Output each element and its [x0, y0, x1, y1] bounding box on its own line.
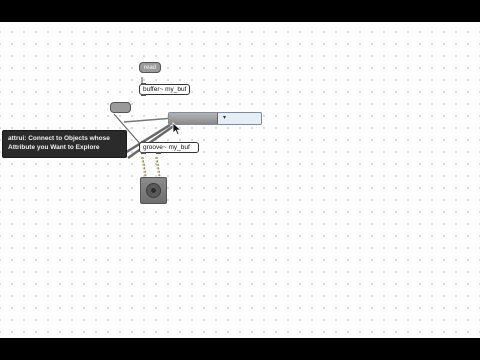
groove-object-text: groove~ my_buf: [143, 144, 190, 151]
speaker-cone: [151, 188, 156, 193]
mouse-pointer-icon: [172, 122, 182, 136]
patch-cords: [113, 77, 176, 183]
buffer-outlet[interactable]: [141, 94, 146, 96]
speaker-icon[interactable]: [146, 183, 161, 198]
buffer-object-text: buffer~ my_buf: [143, 86, 187, 93]
groove-outlet-left[interactable]: [141, 152, 146, 154]
groove-inlet[interactable]: [141, 141, 146, 143]
ezdac-object[interactable]: [140, 177, 167, 204]
patcher-canvas[interactable]: read buffer~ my_buf ▾ groove~ my_buf att…: [0, 22, 480, 338]
buffer-inlet[interactable]: [141, 83, 146, 85]
chevron-down-icon[interactable]: ▾: [223, 114, 226, 123]
read-message-box[interactable]: read: [139, 62, 161, 73]
small-message-box[interactable]: [110, 102, 131, 113]
buffer-object[interactable]: buffer~ my_buf: [139, 83, 190, 96]
attrui-value-field[interactable]: [233, 113, 261, 124]
groove-object[interactable]: groove~ my_buf: [139, 141, 199, 154]
tooltip-text: attrui: Connect to Objects whose Attribu…: [8, 135, 110, 151]
patch-cord: [123, 117, 175, 123]
hover-tooltip: attrui: Connect to Objects whose Attribu…: [2, 130, 127, 158]
groove-outlet-right[interactable]: [156, 152, 161, 154]
read-message-label: read: [144, 65, 157, 71]
